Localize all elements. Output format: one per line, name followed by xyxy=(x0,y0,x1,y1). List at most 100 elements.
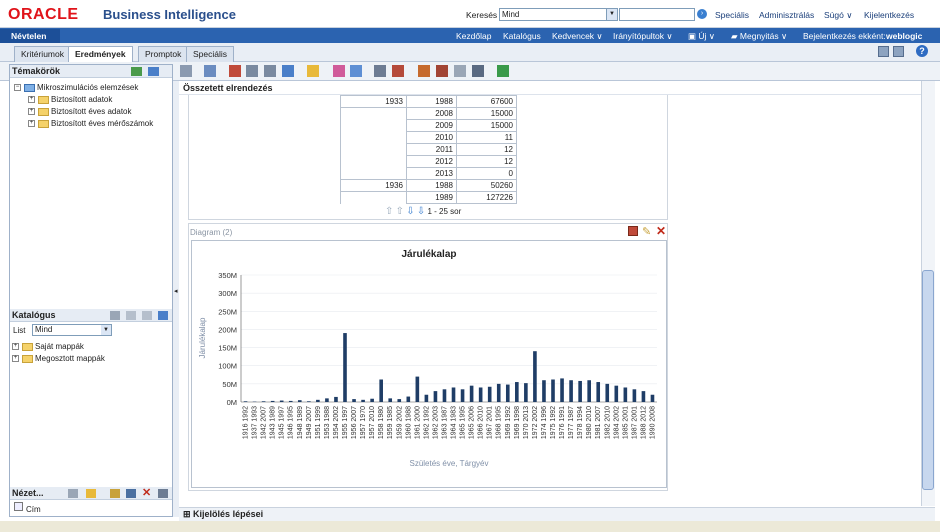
bar[interactable] xyxy=(533,351,537,402)
catalog-edit-icon[interactable] xyxy=(142,311,152,320)
bar[interactable] xyxy=(560,378,564,402)
first-page-icon[interactable]: ⇧ xyxy=(385,206,393,217)
bar[interactable] xyxy=(334,396,338,402)
bar[interactable] xyxy=(343,333,347,402)
tab-criteria[interactable]: Kritériumok xyxy=(14,46,71,62)
bar[interactable] xyxy=(397,399,402,402)
add-icon[interactable] xyxy=(131,67,142,76)
search-input[interactable] xyxy=(619,8,695,21)
catalog-search-icon[interactable] xyxy=(126,311,136,320)
view-properties-icon[interactable] xyxy=(158,489,168,498)
filter-icon[interactable] xyxy=(333,65,345,77)
print-options-icon[interactable] xyxy=(264,65,276,77)
advanced-link[interactable]: Speciális xyxy=(715,10,749,20)
edit-view-icon[interactable] xyxy=(418,65,430,77)
bar[interactable] xyxy=(379,379,383,402)
view-item-title[interactable]: Cím xyxy=(26,505,41,514)
new-view-menu-icon[interactable] xyxy=(86,489,96,498)
bar[interactable] xyxy=(505,384,510,402)
bar[interactable] xyxy=(361,399,365,402)
bar[interactable] xyxy=(632,389,637,402)
tree-folder-yearly-data[interactable]: + Biztosított éves adatok xyxy=(28,106,132,118)
collapse-pane-icon[interactable]: ◂ xyxy=(174,287,178,295)
bar[interactable] xyxy=(433,391,438,402)
remove-view-icon[interactable]: ✕ xyxy=(656,224,666,238)
catalog-shared-folders[interactable]: + Megosztott mappák xyxy=(12,353,105,365)
new-view-icon[interactable] xyxy=(307,65,319,77)
refresh-icon[interactable] xyxy=(229,65,241,77)
bar[interactable] xyxy=(469,385,474,402)
tab-advanced[interactable]: Speciális xyxy=(186,46,235,62)
search-go-icon[interactable]: › xyxy=(697,9,707,19)
expand-icon[interactable]: + xyxy=(12,343,19,351)
columns-icon[interactable] xyxy=(472,65,484,77)
catalog-refresh-icon[interactable] xyxy=(158,311,168,320)
bar[interactable] xyxy=(515,382,519,402)
delete-view-icon[interactable] xyxy=(392,65,404,77)
bar[interactable] xyxy=(424,394,429,402)
bar[interactable] xyxy=(316,399,320,402)
tab-prompts[interactable]: Promptok xyxy=(138,46,189,62)
search-scope-select[interactable]: Mind ▼ xyxy=(499,8,618,21)
catalog-my-folders[interactable]: + Saját mappák xyxy=(12,341,84,353)
duplicate-view-icon[interactable] xyxy=(126,489,136,498)
bar[interactable] xyxy=(297,400,302,402)
bar[interactable] xyxy=(325,398,329,402)
properties-icon[interactable] xyxy=(436,65,448,77)
expand-icon[interactable]: ⊞ xyxy=(183,509,193,519)
collapse-icon[interactable]: − xyxy=(14,84,21,92)
bar[interactable] xyxy=(542,380,546,402)
selection-steps-bar[interactable]: ⊞ Kijelölés lépései xyxy=(179,507,935,521)
bar[interactable] xyxy=(370,398,374,402)
bar[interactable] xyxy=(596,382,601,402)
expand-icon[interactable]: + xyxy=(28,96,35,104)
bar[interactable] xyxy=(623,387,628,402)
bar[interactable] xyxy=(270,400,275,402)
bar[interactable] xyxy=(307,401,311,402)
bar[interactable] xyxy=(650,394,655,402)
bar[interactable] xyxy=(451,387,456,402)
bar[interactable] xyxy=(460,389,465,402)
catalog-action-icon[interactable] xyxy=(110,311,120,320)
bar[interactable] xyxy=(406,396,411,402)
expand-icon[interactable]: + xyxy=(12,355,19,363)
layout-icon[interactable] xyxy=(374,65,386,77)
save-as-icon[interactable] xyxy=(893,46,904,57)
edit-pencil-icon[interactable]: ✎ xyxy=(642,225,651,238)
bar[interactable] xyxy=(288,400,293,402)
chart-properties-icon[interactable] xyxy=(628,226,638,236)
new-menu[interactable]: ▣ Új ∨ xyxy=(688,31,715,42)
bar[interactable] xyxy=(524,383,528,402)
help-icon[interactable]: ? xyxy=(916,45,928,57)
bar[interactable] xyxy=(569,380,573,402)
save-icon[interactable] xyxy=(878,46,889,57)
bar[interactable] xyxy=(415,376,420,402)
show-data-icon[interactable] xyxy=(282,65,294,77)
add-view-icon[interactable] xyxy=(68,489,78,498)
bar[interactable] xyxy=(442,389,447,402)
remove-icon[interactable] xyxy=(454,65,466,77)
open-menu[interactable]: ▰ Megnyitás ∨ xyxy=(731,31,787,42)
bar[interactable] xyxy=(496,383,501,402)
bar[interactable] xyxy=(478,387,483,402)
bar[interactable] xyxy=(578,380,582,402)
expand-icon[interactable]: + xyxy=(28,120,35,128)
home-link[interactable]: Kezdőlap xyxy=(456,31,491,41)
administration-link[interactable]: Adminisztrálás xyxy=(759,10,814,20)
last-page-icon[interactable]: ⇩ xyxy=(417,206,425,217)
bar[interactable] xyxy=(352,399,356,402)
bar[interactable] xyxy=(279,400,284,402)
prompt-icon[interactable] xyxy=(350,65,362,77)
bar[interactable] xyxy=(243,401,248,402)
tab-results[interactable]: Eredmények xyxy=(68,46,133,63)
next-page-icon[interactable]: ⇩ xyxy=(406,206,414,217)
sort-icon[interactable] xyxy=(497,65,509,77)
prev-page-icon[interactable]: ⇧ xyxy=(396,206,404,217)
tree-folder-yearly-measures[interactable]: + Biztosított éves mérőszámok xyxy=(28,118,153,130)
bar[interactable] xyxy=(587,380,591,402)
expand-icon[interactable]: + xyxy=(28,108,35,116)
delete-icon[interactable]: ✕ xyxy=(142,488,152,499)
bar[interactable] xyxy=(388,398,393,402)
catalog-list-select[interactable]: Mind ▼ xyxy=(32,324,112,336)
print-icon[interactable] xyxy=(180,65,192,77)
